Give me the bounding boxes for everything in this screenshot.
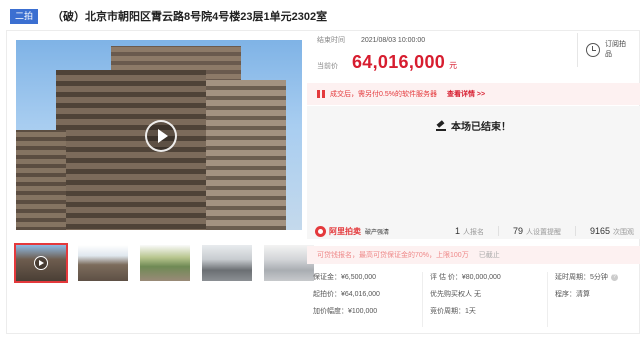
loan-notice-text: 可贷钱报名，最高可贷保证金的70%，上限100万 [317, 252, 469, 259]
stat-reminders: 79 人设置提醒 [512, 225, 561, 236]
auction-details: 保证金：¥6,500,000 起拍价：¥64,016,000 加价幅度：¥100… [307, 272, 640, 332]
play-icon [34, 256, 48, 270]
fee-notice-text: 成交后，需另付0.5%的软件服务器 [330, 91, 437, 98]
divider [422, 272, 423, 327]
price-label: 当前价 [317, 63, 338, 70]
fee-notice-bar: 成交后，需另付0.5%的软件服务器 查看详情 >> [307, 83, 640, 105]
end-time-value: 2021/08/03 10:00:00 [360, 37, 426, 44]
page-title: （破）北京市朝阳区霄云路8号院4号楼23层1单元2302室 [52, 11, 328, 23]
play-video-button[interactable] [145, 120, 177, 152]
platform-name: 阿里拍卖 [329, 226, 361, 236]
play-icon [157, 129, 168, 143]
bidding-cycle: 竞价周期：1天 [430, 308, 476, 315]
loan-notice-bar: 可贷钱报名，最高可贷保证金的70%，上限100万 已截止 [307, 246, 640, 264]
price-row: 当前价 64,016,000 元 [317, 52, 457, 73]
end-time-row: 结束时间 2021/08/03 10:00:00 [317, 35, 425, 45]
main-image[interactable] [16, 40, 302, 230]
divider [497, 226, 499, 236]
end-time-label: 结束时间 [317, 37, 345, 44]
platform-row: 阿里拍卖 破产强清 1 人报名 79 人设置提醒 9165 次围观 [307, 220, 640, 242]
stats: 1 人报名 79 人设置提醒 9165 次围观 [441, 220, 634, 242]
thumbnail-2[interactable] [78, 245, 128, 281]
priority-buyer: 优先购买权人 无 [430, 291, 481, 298]
current-price: 64,016,000 [352, 52, 446, 72]
stat-views: 9165 次围观 [589, 225, 634, 236]
deposit: 保证金：¥6,500,000 [313, 274, 377, 281]
title-bar: 二拍 （破）北京市朝阳区霄云路8号院4号楼23层1单元2302室 [10, 6, 327, 26]
info-panel: 结束时间 2021/08/03 10:00:00 当前价 64,016,000 … [307, 30, 640, 334]
gavel-icon [436, 121, 446, 131]
alarm-clock-icon [586, 43, 600, 57]
price-unit: 元 [449, 61, 458, 70]
round-tag: 二拍 [10, 8, 39, 24]
platform-sub: 破产强清 [365, 229, 390, 236]
loan-status: 已截止 [478, 252, 500, 259]
thumbnail-4[interactable] [202, 245, 252, 281]
building-front [56, 70, 206, 230]
fee-details-link[interactable]: 查看详情 >> [447, 89, 485, 99]
stat-registrations: 1 人报名 [454, 225, 484, 236]
divider [574, 226, 576, 236]
auction-ended: 本场已结束！ [307, 118, 640, 133]
start-price: 起拍价：¥64,016,000 [313, 291, 380, 298]
increment: 加价幅度：¥100,000 [313, 308, 378, 315]
process: 程序：清算 [555, 291, 590, 298]
ali-auction-logo-icon [315, 225, 326, 237]
delay-period: 延时周期：5分钟? [555, 272, 618, 282]
appraisal: 评 估 价：¥80,000,000 [430, 274, 501, 281]
gift-icon [317, 90, 325, 98]
building-side [206, 80, 286, 230]
building-left [16, 130, 66, 230]
thumbnail-1[interactable] [14, 243, 68, 283]
divider [547, 272, 548, 327]
auction-ended-text: 本场已结束！ [451, 122, 511, 133]
subscribe-label: 订阅拍品 [605, 41, 626, 58]
thumbnail-strip [14, 243, 314, 283]
thumbnail-3[interactable] [140, 245, 190, 281]
subscribe-button[interactable]: 订阅拍品 [577, 33, 637, 67]
info-icon[interactable]: ? [610, 273, 618, 281]
